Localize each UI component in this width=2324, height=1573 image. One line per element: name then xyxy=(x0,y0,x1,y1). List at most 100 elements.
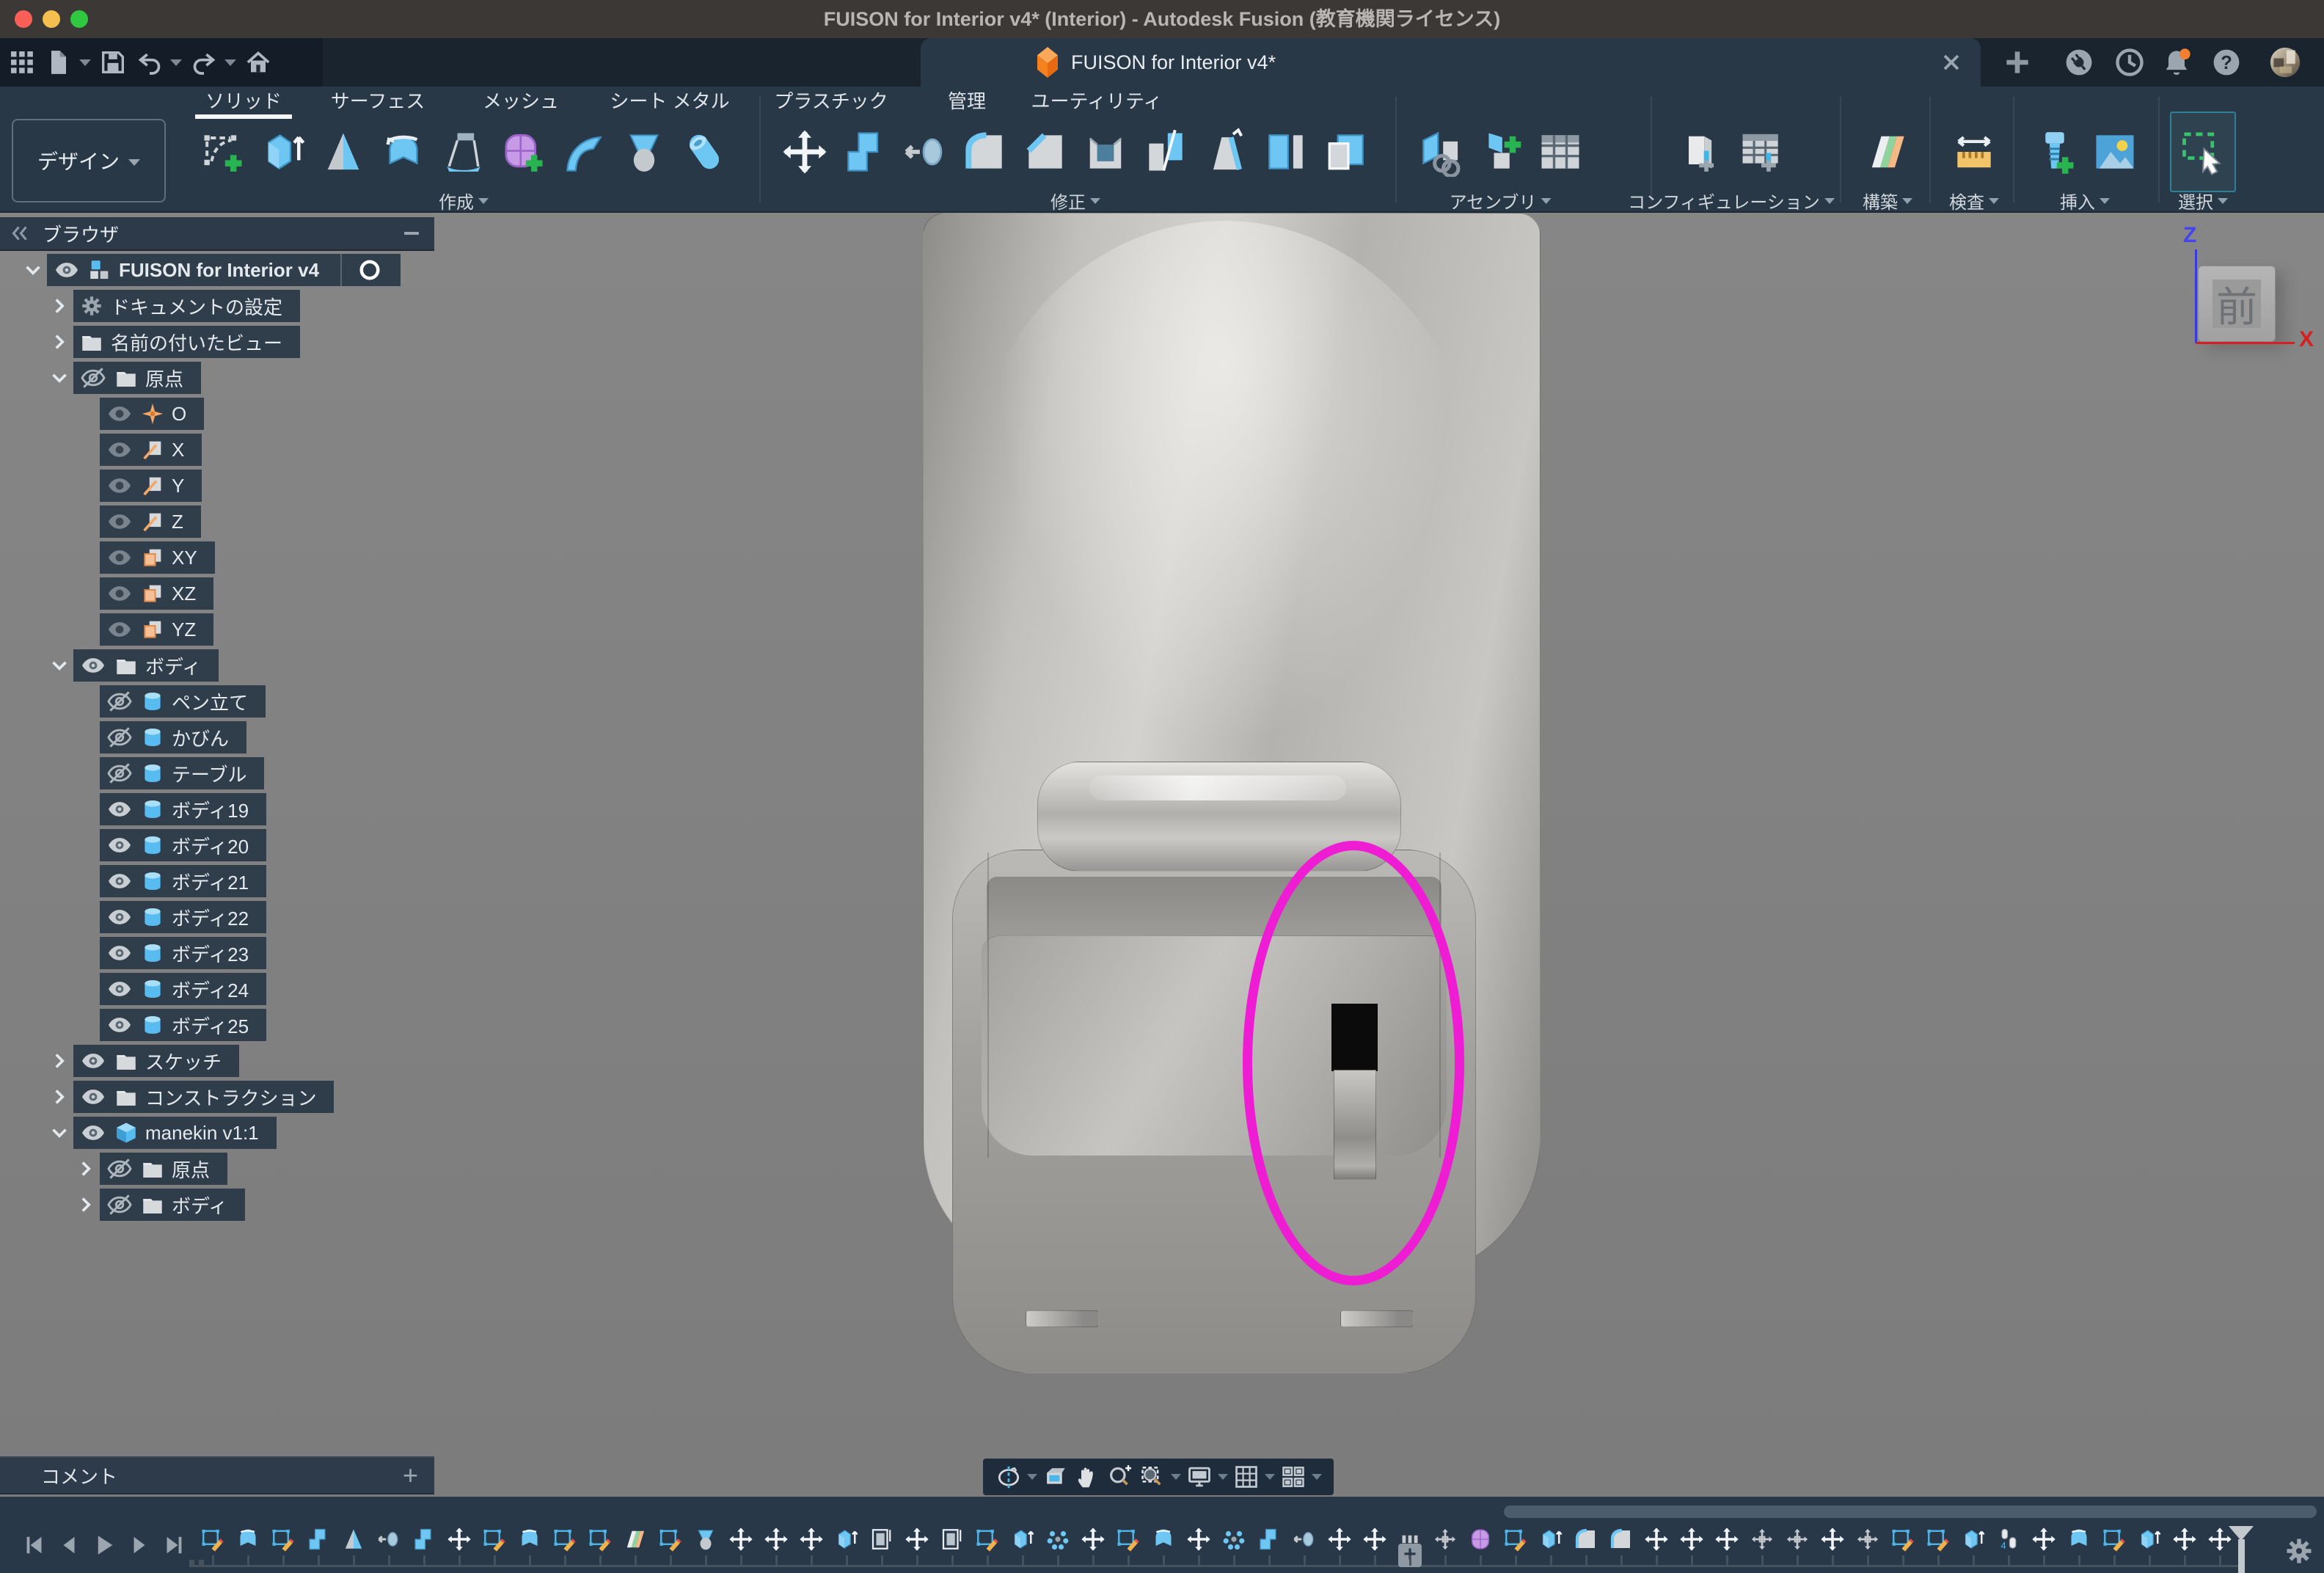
timeline-feature-combine[interactable] xyxy=(411,1526,437,1552)
minimize-panel-icon[interactable] xyxy=(399,221,424,246)
loft-button[interactable] xyxy=(434,122,494,182)
tree-row[interactable]: O xyxy=(100,398,204,430)
eye-dim-icon[interactable] xyxy=(106,616,134,643)
tree-row[interactable]: manekin v1:1 xyxy=(73,1117,277,1149)
timeline-feature-fillet[interactable] xyxy=(1608,1526,1634,1552)
timeline-feature-sketch[interactable] xyxy=(1115,1526,1141,1552)
tree-row[interactable]: 原点 xyxy=(73,362,201,394)
chevron-right-icon[interactable] xyxy=(73,1192,98,1217)
dropdown-caret-icon[interactable] xyxy=(224,59,236,66)
sweep-button[interactable] xyxy=(554,122,614,182)
group-label-アセンブリ[interactable]: アセンブリ xyxy=(1450,188,1552,213)
close-tab-icon[interactable] xyxy=(1938,49,1965,76)
help-icon[interactable]: ? xyxy=(2210,46,2243,79)
chevron-down-icon[interactable] xyxy=(47,365,72,390)
eye-slash-icon[interactable] xyxy=(106,759,134,787)
tree-row[interactable]: ボディ22 xyxy=(100,901,266,933)
tree-row[interactable]: X xyxy=(100,434,202,466)
tree-row[interactable]: XZ xyxy=(100,577,213,610)
eye-icon[interactable] xyxy=(106,831,134,859)
ribbon-tab-シート メタル[interactable]: シート メタル xyxy=(610,87,729,117)
timeline-feature-plane[interactable] xyxy=(622,1526,648,1552)
split-body-button[interactable] xyxy=(1136,122,1196,182)
timeline-playhead-bar[interactable] xyxy=(2238,1539,2245,1573)
eye-slash-icon[interactable] xyxy=(106,687,134,715)
timeline-feature-cone[interactable] xyxy=(340,1526,367,1552)
timeline-feature-fillet[interactable] xyxy=(1573,1526,1599,1552)
timeline-feature-bfill[interactable] xyxy=(869,1526,895,1552)
timeline-feature-form[interactable] xyxy=(1467,1526,1494,1552)
timeline-feature-move[interactable] xyxy=(1326,1526,1353,1552)
layout-grid-icon[interactable] xyxy=(1232,1463,1260,1491)
group-label-挿入[interactable]: 挿入 xyxy=(2060,188,2110,213)
notifications-icon[interactable] xyxy=(2160,46,2193,79)
group-label-検査[interactable]: 検査 xyxy=(1949,188,1999,213)
fillet-button[interactable] xyxy=(955,122,1015,182)
tree-row[interactable]: ドキュメントの設定 xyxy=(73,290,300,322)
group-label-選択[interactable]: 選択 xyxy=(2178,188,2228,213)
timeline-feature-align[interactable] xyxy=(1855,1526,1881,1552)
tree-row[interactable]: ボディ xyxy=(100,1189,245,1221)
timeline-scrollbar[interactable] xyxy=(1504,1506,2317,1518)
zoom-icon[interactable] xyxy=(1106,1463,1134,1491)
group-label-構築[interactable]: 構築 xyxy=(1863,188,1912,213)
viewcube[interactable]: Z 前 X xyxy=(2168,220,2323,360)
measure-button[interactable] xyxy=(1944,122,2004,182)
tree-row[interactable]: コンストラクション xyxy=(73,1081,334,1113)
chevron-right-icon[interactable] xyxy=(47,293,72,318)
redo-icon[interactable] xyxy=(189,48,219,77)
orbit-icon[interactable] xyxy=(995,1463,1023,1491)
tree-row[interactable]: かびん xyxy=(100,721,246,753)
tree-row[interactable]: ボディ20 xyxy=(100,829,266,861)
workspace-selector[interactable]: デザイン xyxy=(12,119,166,202)
tree-row[interactable]: 原点 xyxy=(100,1153,227,1185)
tree-row[interactable]: スケッチ xyxy=(73,1045,239,1077)
chevron-right-icon[interactable] xyxy=(47,1048,72,1073)
timeline-feature-sketch[interactable] xyxy=(2101,1526,2127,1552)
timeline-feature-move[interactable] xyxy=(1362,1526,1388,1552)
user-avatar[interactable] xyxy=(2269,46,2301,79)
timeline-feature-move[interactable] xyxy=(1185,1526,1212,1552)
chevron-right-icon[interactable] xyxy=(47,1084,72,1109)
timeline-feature-move[interactable] xyxy=(904,1526,930,1552)
viewcube-front-face[interactable]: 前 xyxy=(2198,266,2276,342)
playback-skip-end-button[interactable] xyxy=(161,1532,188,1558)
timeline-feature-move[interactable] xyxy=(1080,1526,1106,1552)
eye-slash-icon[interactable] xyxy=(106,1155,134,1183)
viewports-icon[interactable] xyxy=(1279,1463,1307,1491)
timeline-settings-gear-icon[interactable] xyxy=(2283,1535,2315,1567)
dropdown-caret-icon[interactable] xyxy=(1218,1474,1228,1480)
tree-row[interactable]: ボディ21 xyxy=(100,865,266,897)
timeline-feature-revolve[interactable] xyxy=(2066,1526,2092,1552)
eye-dim-icon[interactable] xyxy=(106,436,134,464)
dropdown-caret-icon[interactable] xyxy=(170,59,182,66)
tree-row[interactable]: ペン立て xyxy=(100,685,266,718)
window-zoom-icon[interactable] xyxy=(1139,1463,1166,1491)
eye-icon[interactable] xyxy=(79,1083,107,1111)
add-comment-button[interactable]: + xyxy=(403,1460,418,1491)
ribbon-tab-ユーティリティ[interactable]: ユーティリティ xyxy=(1031,87,1163,117)
eye-dim-icon[interactable] xyxy=(106,400,134,428)
draft-button[interactable] xyxy=(1196,122,1256,182)
chevron-right-icon[interactable] xyxy=(73,1156,98,1181)
tree-row[interactable]: ボディ24 xyxy=(100,973,266,1005)
eye-icon[interactable] xyxy=(106,867,134,895)
dropdown-caret-icon[interactable] xyxy=(1312,1474,1322,1480)
chevron-right-icon[interactable] xyxy=(47,329,72,354)
group-label-コンフィギュレーション[interactable]: コンフィギュレーション xyxy=(1628,188,1835,213)
timeline-feature-sketch[interactable] xyxy=(1502,1526,1529,1552)
playback-skip-start-button[interactable] xyxy=(21,1532,47,1558)
tree-row[interactable]: YZ xyxy=(100,613,213,646)
eye-icon[interactable] xyxy=(106,975,134,1003)
pan-icon[interactable] xyxy=(1074,1463,1102,1491)
tree-row[interactable]: XY xyxy=(100,541,215,574)
eye-icon[interactable] xyxy=(53,256,81,284)
timeline-feature-move[interactable] xyxy=(1714,1526,1740,1552)
timeline-feature-extrude[interactable] xyxy=(2136,1526,2163,1552)
timeline-feature-combine[interactable] xyxy=(1256,1526,1282,1552)
timeline-feature-bfill[interactable] xyxy=(939,1526,965,1552)
move-button[interactable] xyxy=(775,122,835,182)
timeline-feature-move[interactable] xyxy=(1819,1526,1846,1552)
chevron-down-icon[interactable] xyxy=(47,1120,72,1145)
combine-button[interactable] xyxy=(835,122,895,182)
